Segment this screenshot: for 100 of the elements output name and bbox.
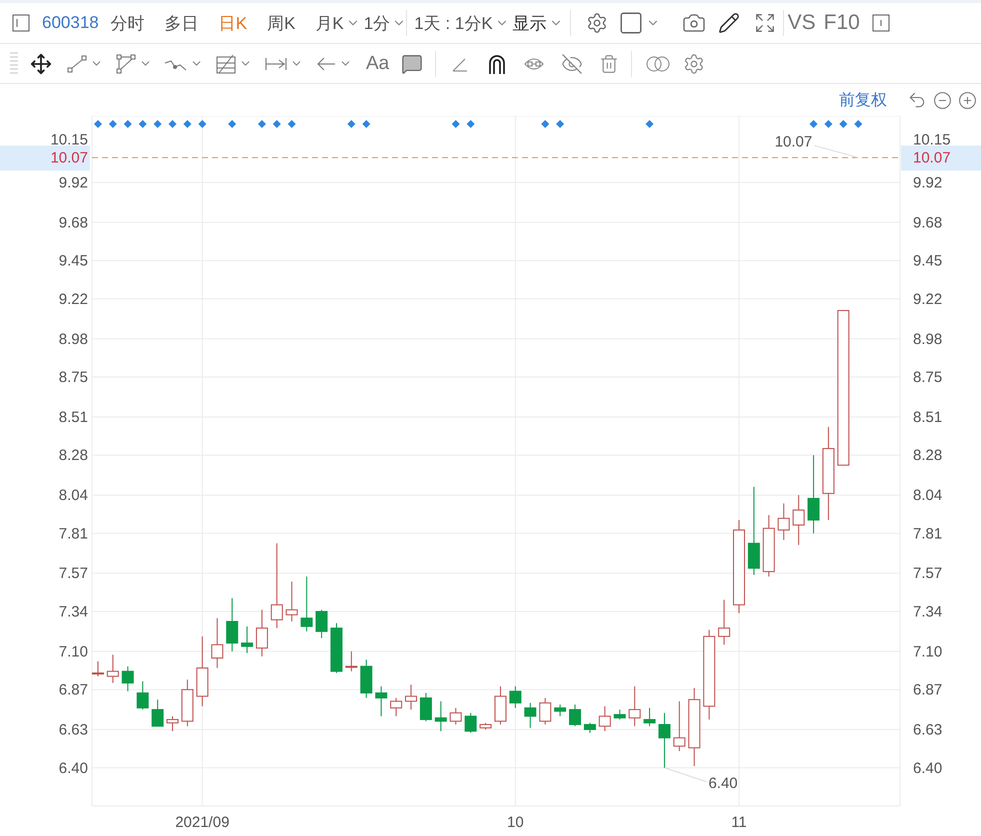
axis-label: 7.57 xyxy=(913,565,942,582)
trash-icon[interactable] xyxy=(599,54,620,74)
period-dropdown[interactable]: 1天 : 1分K xyxy=(414,12,509,34)
arch-icon[interactable] xyxy=(487,52,508,74)
axis-label: 8.75 xyxy=(58,369,88,386)
axis-label: 9.92 xyxy=(58,174,88,192)
f10-button[interactable]: F10 xyxy=(824,11,860,35)
axis-label: 11 xyxy=(731,814,747,831)
zoom-in-icon[interactable] xyxy=(958,90,977,110)
candlestick xyxy=(106,654,119,684)
price-tag-label: 10.07 xyxy=(50,150,88,167)
compare-button[interactable]: VS xyxy=(788,11,816,35)
axis-label: 9.45 xyxy=(913,252,942,270)
candlestick xyxy=(92,660,104,677)
candlestick xyxy=(480,722,492,730)
display-dropdown[interactable]: 显示 xyxy=(512,12,563,34)
axis-label: 8.28 xyxy=(58,447,88,464)
leader-line xyxy=(814,145,859,158)
candlestick xyxy=(718,599,730,646)
axis-label: 7.81 xyxy=(58,525,88,542)
candlestick xyxy=(792,494,805,546)
candlestick xyxy=(569,704,581,727)
axis-label: 9.45 xyxy=(58,252,88,270)
period-tab[interactable]: 分时 xyxy=(110,12,145,34)
candlestick xyxy=(196,636,208,707)
period-tab[interactable]: 月K xyxy=(315,12,360,34)
candlestick xyxy=(405,684,418,710)
axis-label: 9.22 xyxy=(58,290,88,308)
axis-label: 7.81 xyxy=(913,525,942,542)
candlestick xyxy=(584,722,596,734)
candlestick xyxy=(256,609,268,657)
axis-label: 10 xyxy=(507,814,524,831)
axis-label: 6.63 xyxy=(913,722,942,739)
candlestick xyxy=(300,576,313,632)
axis-label: 8.51 xyxy=(913,408,942,426)
undo-icon[interactable] xyxy=(907,90,927,110)
axis-label: 9.22 xyxy=(913,290,942,308)
axis-label: 8.98 xyxy=(58,330,88,348)
candlestick xyxy=(762,514,775,578)
candlestick xyxy=(226,598,238,652)
candlestick xyxy=(778,502,790,540)
polyline-icon[interactable] xyxy=(115,52,137,74)
candlestick xyxy=(658,712,670,768)
candlestick xyxy=(360,659,372,698)
period-tab[interactable]: 周K xyxy=(267,12,296,34)
hide-icon[interactable] xyxy=(561,52,584,74)
grid-chart-icon[interactable] xyxy=(215,52,237,74)
stock-code[interactable]: 600318 xyxy=(42,13,99,33)
candlestick xyxy=(136,680,149,710)
price-label: 10.07 xyxy=(774,134,812,151)
candlestick xyxy=(644,707,656,727)
candlestick xyxy=(241,626,254,654)
period-tab[interactable]: 1分 xyxy=(364,12,406,34)
candlestick xyxy=(524,702,536,728)
panel-toggle-icon[interactable] xyxy=(12,14,30,32)
square-icon[interactable] xyxy=(618,10,644,36)
candlestick xyxy=(628,686,641,727)
candlestick xyxy=(434,700,447,732)
settings-icon[interactable] xyxy=(586,12,608,34)
candlestick xyxy=(494,686,506,726)
candlestick xyxy=(166,716,178,732)
axis-label: 9.92 xyxy=(913,174,942,192)
settings-icon[interactable] xyxy=(683,52,706,74)
panel-toggle-icon[interactable] xyxy=(872,14,890,32)
axis-label: 7.34 xyxy=(58,603,88,620)
axis-label: 10.15 xyxy=(50,132,88,149)
overlap-circles-icon[interactable] xyxy=(645,54,672,72)
axis-label: 8.98 xyxy=(913,330,942,348)
axis-label: 8.51 xyxy=(58,408,88,426)
axis-label: 6.40 xyxy=(58,760,88,777)
candlestick xyxy=(598,706,611,732)
move-icon[interactable] xyxy=(30,52,52,74)
price-label: 6.40 xyxy=(708,774,738,792)
candlestick xyxy=(450,707,462,726)
candlestick xyxy=(420,692,432,722)
axis-label: 8.04 xyxy=(913,487,942,504)
axis-label: 8.04 xyxy=(58,487,88,504)
fullscreen-icon[interactable] xyxy=(754,12,776,34)
axis-label: 7.10 xyxy=(913,643,942,660)
candlestick xyxy=(375,686,388,717)
candlestick xyxy=(673,700,686,752)
price-adjust-link[interactable]: 前复权 xyxy=(839,90,887,110)
axis-label: 9.68 xyxy=(58,214,88,232)
axis-label: 7.10 xyxy=(58,643,88,660)
line-segment-icon[interactable] xyxy=(66,52,88,74)
comment-icon[interactable] xyxy=(401,52,424,74)
candlestick xyxy=(211,618,224,668)
pencil-icon[interactable] xyxy=(718,12,740,34)
candlestick xyxy=(390,697,402,717)
grip-icon[interactable] xyxy=(10,50,18,76)
candlestick xyxy=(539,697,552,726)
zoom-out-icon[interactable] xyxy=(933,90,952,110)
axis-label: 8.28 xyxy=(913,447,942,464)
period-tab[interactable]: 多日 xyxy=(164,12,199,34)
candlestick xyxy=(122,666,134,692)
candlestick xyxy=(464,712,477,734)
axis-label: 7.34 xyxy=(913,603,942,620)
text-tool[interactable]: Aa xyxy=(366,52,390,74)
axis-label: 6.87 xyxy=(58,682,88,699)
axis-label: 2021/09 xyxy=(175,814,230,831)
